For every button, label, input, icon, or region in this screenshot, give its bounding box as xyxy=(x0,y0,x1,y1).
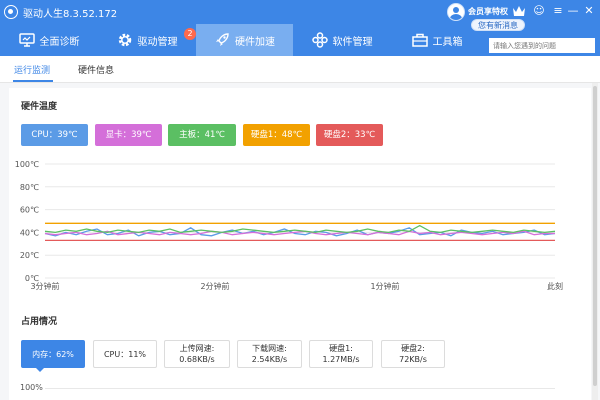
tab-label: 软件管理 xyxy=(332,36,373,48)
apps-icon xyxy=(311,32,328,48)
temp-chip-cpu[interactable]: CPU：39℃ xyxy=(21,124,88,146)
crown-icon[interactable] xyxy=(512,5,526,17)
subtab-hardware-info[interactable]: 硬件信息 xyxy=(78,63,114,76)
subtab-active-indicator xyxy=(13,80,53,82)
close-icon[interactable]: ✕ xyxy=(582,4,596,18)
tab-label: 硬件加速 xyxy=(235,36,275,48)
subtab-runtime-monitor[interactable]: 运行监测 xyxy=(14,63,50,76)
app-title: 驱动人生8.3.52.172 xyxy=(23,8,118,20)
skin-icon[interactable]: ☺ xyxy=(532,4,546,18)
temp-chip-disk2[interactable]: 硬盘2：33℃ xyxy=(316,124,383,146)
app-logo-icon xyxy=(4,5,18,19)
new-message-badge[interactable]: 您有新消息 xyxy=(471,19,525,31)
usage-card-upload[interactable]: 上传网速: 0.68KB/s xyxy=(164,340,230,368)
temp-chip-motherboard[interactable]: 主板：41℃ xyxy=(168,124,236,146)
usage-card-memory[interactable]: 内存：62% xyxy=(21,340,85,368)
tab-label: 驱动管理 xyxy=(137,36,178,48)
temp-chip-disk1[interactable]: 硬盘1：48℃ xyxy=(243,124,310,146)
tab-software-management[interactable]: 软件管理 xyxy=(293,24,391,56)
search-input[interactable] xyxy=(489,38,595,53)
usage-card-cpu[interactable]: CPU：11% xyxy=(93,340,157,368)
y-tick-label: 100℃ xyxy=(15,160,39,169)
tab-hardware-acceleration[interactable]: 硬件加速 xyxy=(196,24,293,56)
y-tick-label: 20℃ xyxy=(20,251,39,260)
x-tick-label: 2分钟前 xyxy=(200,281,229,291)
temperature-chart: 100℃80℃60℃40℃20℃0℃3分钟前 2分钟前 1分钟前 此刻 xyxy=(15,160,563,291)
usage-card-disk1[interactable]: 硬盘1: 1.27MB/s xyxy=(309,340,373,368)
scrollbar-thumb[interactable] xyxy=(593,86,597,386)
driver-update-badge: 2 xyxy=(184,28,196,40)
y-tick-label: 40℃ xyxy=(20,228,39,237)
x-tick-label: 3分钟前 xyxy=(30,281,59,291)
tab-full-diagnosis[interactable]: 全面诊断 xyxy=(0,24,98,56)
y-tick-label: 60℃ xyxy=(20,206,39,215)
minimize-icon[interactable]: — xyxy=(566,4,580,18)
tab-driver-management[interactable]: 驱动管理 xyxy=(98,24,196,56)
tab-label: 工具箱 xyxy=(432,36,463,48)
usage-gridline xyxy=(45,388,555,389)
usage-title: 占用情况 xyxy=(21,317,58,327)
usage-card-download[interactable]: 下载网速: 2.54KB/s xyxy=(237,340,302,368)
avatar[interactable] xyxy=(447,3,465,21)
tab-label: 全面诊断 xyxy=(39,36,80,48)
vip-label[interactable]: 会员享特权 xyxy=(468,6,508,17)
usage-axis-label: 100% xyxy=(20,383,43,392)
tab-toolbox[interactable]: 工具箱 xyxy=(391,24,483,56)
rocket-icon xyxy=(214,32,230,48)
monitor-panel: 硬件温度 CPU：39℃ 显卡：39℃ 主板：41℃ 硬盘1：48℃ 硬盘2：3… xyxy=(9,88,591,400)
menu-icon[interactable]: ≡ xyxy=(551,4,565,18)
usage-card-disk2[interactable]: 硬盘2: 72KB/s xyxy=(381,340,445,368)
gear-icon xyxy=(117,32,133,48)
x-tick-label: 此刻 xyxy=(547,281,563,291)
y-tick-label: 80℃ xyxy=(20,183,39,192)
x-tick-label: 1分钟前 xyxy=(370,281,399,291)
toolbox-icon xyxy=(411,32,428,48)
hardware-temp-title: 硬件温度 xyxy=(21,102,58,112)
usage-active-pointer xyxy=(35,367,45,372)
monitor-icon xyxy=(18,32,35,48)
sub-tabs: 运行监测 硬件信息 xyxy=(0,56,600,83)
temp-chip-gpu[interactable]: 显卡：39℃ xyxy=(95,124,162,146)
